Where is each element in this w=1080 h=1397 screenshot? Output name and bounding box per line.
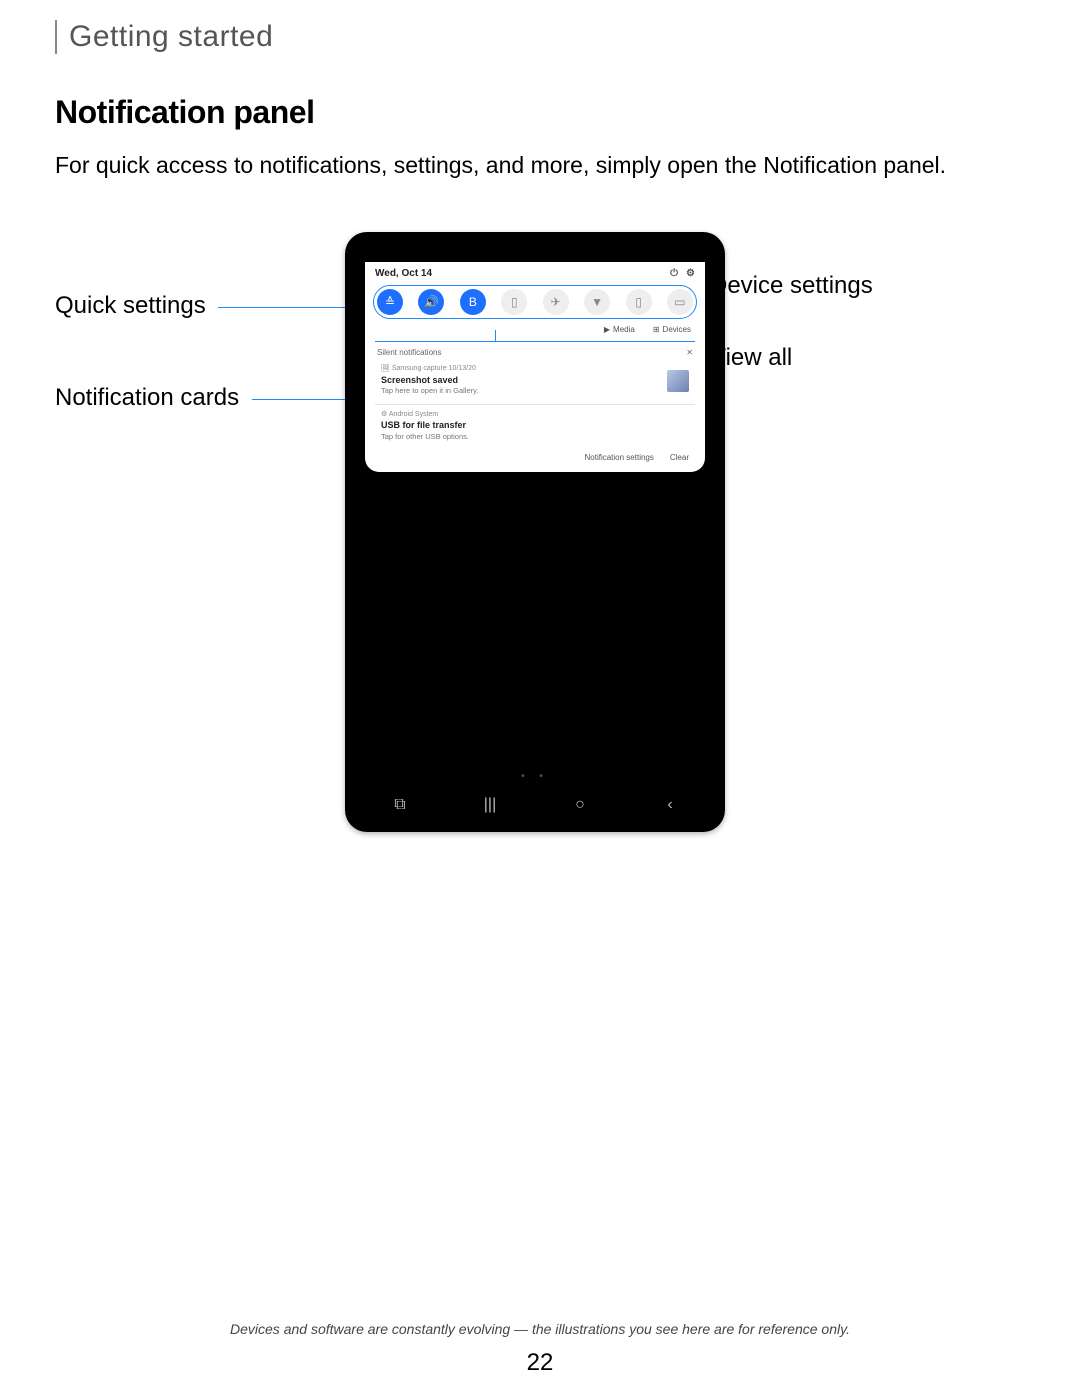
notification-card[interactable]: 🖼 Samsung capture 10/13/20 Screenshot sa… bbox=[375, 361, 695, 401]
footer-note: Devices and software are constantly evol… bbox=[0, 1321, 1080, 1337]
panel-footer: Notification settings Clear bbox=[365, 449, 705, 464]
devices-button[interactable]: ⊞ Devices bbox=[653, 325, 691, 334]
wifi-icon[interactable]: ≙ bbox=[377, 289, 403, 315]
panel-header: Wed, Oct 14 ⏻ ⚙ bbox=[365, 262, 705, 283]
view-all-row: ▶ Media ⊞ Devices bbox=[365, 323, 705, 336]
notification-panel: Wed, Oct 14 ⏻ ⚙ ≙ 🔊 B ▯ ✈ ▼ ▯ ▭ ▶ Media ⊞ Devic… bbox=[365, 262, 705, 472]
tablet-frame: Wed, Oct 14 ⏻ ⚙ ≙ 🔊 B ▯ ✈ ▼ ▯ ▭ ▶ Media ⊞ Devic… bbox=[345, 232, 725, 832]
tablet-screen: Wed, Oct 14 ⏻ ⚙ ≙ 🔊 B ▯ ✈ ▼ ▯ ▭ ▶ Media ⊞ Devic… bbox=[355, 262, 715, 822]
bluetooth-icon[interactable]: B bbox=[460, 289, 486, 315]
figure: Quick settings Notification cards Device… bbox=[55, 232, 1025, 892]
airplane-icon[interactable]: ✈ bbox=[543, 289, 569, 315]
silent-section: Silent notifications ✕ bbox=[365, 346, 705, 359]
media-button[interactable]: ▶ Media bbox=[604, 325, 635, 334]
breadcrumb: Getting started bbox=[55, 20, 1025, 54]
page-number: 22 bbox=[0, 1349, 1080, 1377]
page-indicator: • • bbox=[355, 771, 715, 782]
panel-date: Wed, Oct 14 bbox=[375, 268, 432, 279]
callout-device-settings: Device settings bbox=[710, 272, 873, 300]
divider bbox=[375, 404, 695, 405]
callout-quick-settings: Quick settings bbox=[55, 292, 206, 320]
home-icon[interactable]: ○ bbox=[572, 796, 588, 814]
view-all-underline bbox=[375, 336, 695, 342]
recents-icon[interactable]: ||| bbox=[482, 796, 498, 814]
callout-notification-cards: Notification cards bbox=[55, 384, 239, 412]
breadcrumb-text: Getting started bbox=[69, 20, 1025, 54]
screenshot-nav-icon[interactable]: ⧉ bbox=[392, 796, 408, 814]
android-icon: ⚙ Android System bbox=[381, 411, 689, 420]
quick-settings-row: ≙ 🔊 B ▯ ✈ ▼ ▯ ▭ bbox=[373, 285, 697, 319]
power-icon[interactable]: ⏻ bbox=[670, 268, 678, 279]
notification-card[interactable]: ⚙ Android System USB for file transfer T… bbox=[375, 407, 695, 447]
intro-text: For quick access to notifications, setti… bbox=[55, 149, 1025, 182]
thumbnail bbox=[667, 370, 689, 392]
sound-icon[interactable]: 🔊 bbox=[418, 289, 444, 315]
battery-icon[interactable]: ▯ bbox=[626, 289, 652, 315]
screenshot-icon[interactable]: ▭ bbox=[667, 289, 693, 315]
rotate-icon[interactable]: ▯ bbox=[501, 289, 527, 315]
gear-icon[interactable]: ⚙ bbox=[686, 268, 695, 279]
close-icon[interactable]: ✕ bbox=[686, 348, 693, 357]
page-title: Notification panel bbox=[55, 94, 1025, 131]
notification-settings-link[interactable]: Notification settings bbox=[585, 453, 654, 462]
android-navbar: ⧉ ||| ○ ‹ bbox=[355, 796, 715, 814]
clear-button[interactable]: Clear bbox=[670, 453, 689, 462]
back-icon[interactable]: ‹ bbox=[662, 796, 678, 814]
image-icon: 🖼 Samsung capture 10/13/20 bbox=[381, 365, 478, 374]
flashlight-icon[interactable]: ▼ bbox=[584, 289, 610, 315]
